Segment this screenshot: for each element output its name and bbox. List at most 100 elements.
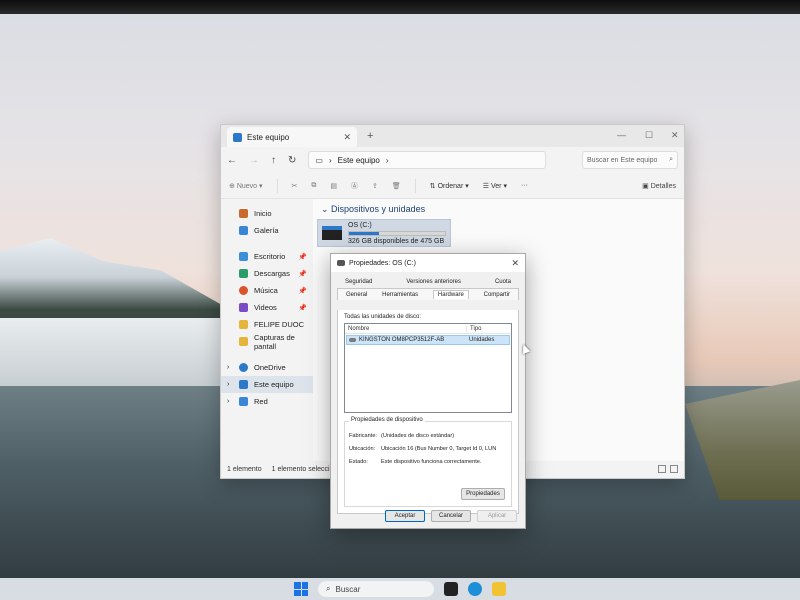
disk-name: KINGSTON OM8PCP3512F-AB [359,337,445,343]
nav-item-onedrive[interactable]: › OneDrive [221,359,313,376]
nav-item-galeria[interactable]: Galería [221,222,313,239]
item-count: 1 elemento [227,465,262,473]
nav-item-escritorio[interactable]: Escritorio 📌 [221,248,313,265]
nav-item-descargas[interactable]: Descargas 📌 [221,265,313,282]
chevron-right-icon[interactable]: › [227,398,229,405]
taskbar-search[interactable]: ⌕ Buscar [318,581,434,597]
view-toggle [658,465,678,473]
prop-key: Estado: [349,459,368,465]
dialog-tabs: Seguridad Versiones anteriores Cuota Gen… [331,272,525,310]
cut-icon[interactable]: ✂ [292,182,298,190]
close-tab-icon[interactable]: ✕ [343,132,351,143]
sort-button[interactable]: ⇅ Ordenar ▾ [430,182,469,190]
edge-icon[interactable] [468,582,482,596]
windows-logo-icon [294,589,301,596]
copy-icon[interactable]: ⧉ [311,182,316,190]
tab-hardware[interactable]: Hardware [432,290,469,299]
wallpaper-snow [0,318,222,388]
details-view-icon[interactable] [658,465,666,473]
forward-arrow-icon[interactable]: → [249,155,259,166]
paste-icon[interactable]: ▤ [330,182,337,190]
ok-button[interactable]: Aceptar [385,510,425,522]
nav-item-inicio[interactable]: Inicio [221,205,313,222]
prop-value: Ubicación 16 (Bus Number 0, Target Id 0,… [381,446,497,452]
apply-button[interactable]: Aplicar [477,510,517,522]
nav-item-este-equipo[interactable]: › Este equipo [221,376,313,393]
search-input[interactable]: Buscar en Este equipo ⌕ [582,151,678,169]
tab-row-back: Seguridad Versiones anteriores Cuota [337,276,519,288]
tab-title: Este equipo [247,132,290,142]
close-dialog-button[interactable]: ✕ [511,258,519,269]
column-name[interactable]: Nombre [345,325,467,332]
tab-cuota[interactable]: Cuota [495,279,511,285]
nav-item-videos[interactable]: Videos 📌 [221,299,313,316]
file-explorer-icon[interactable] [492,582,506,596]
column-type[interactable]: Tipo [467,326,481,332]
task-view-icon[interactable] [444,582,458,596]
chevron-right-icon: › [328,155,332,165]
delete-icon[interactable]: 🗑 [392,182,401,190]
tab-compartir[interactable]: Compartir [484,292,510,298]
taskbar-search-label: Buscar [335,584,361,594]
tab-general[interactable]: General [346,292,367,298]
all-disks-label: Todas las unidades de disco: [344,314,422,320]
share-icon[interactable]: ⇪ [372,182,378,190]
properties-button[interactable]: Propiedades [461,488,505,500]
disk-list[interactable]: Nombre Tipo KINGSTON OM8PCP3512F-AB Unid… [344,323,512,413]
address-field[interactable]: ▭ › Este equipo › [308,151,547,169]
nav-item-capturas[interactable]: Capturas de pantall [221,333,313,351]
cancel-button[interactable]: Cancelar [431,510,471,522]
tiles-view-icon[interactable] [670,465,678,473]
section-title[interactable]: ⌄ Dispositivos y unidades [313,199,684,220]
search-placeholder: Buscar en Este equipo [587,156,658,164]
chevron-right-icon[interactable]: › [227,364,229,371]
disk-name-cell: KINGSTON OM8PCP3512F-AB [347,337,467,343]
maximize-button[interactable]: ☐ [645,130,653,141]
tab-herramientas[interactable]: Herramientas [382,292,418,298]
more-options-button[interactable]: ··· [521,182,528,189]
disk-row[interactable]: KINGSTON OM8PCP3512F-AB Unidades [346,335,510,345]
tab-versiones-anteriores[interactable]: Versiones anteriores [406,279,461,285]
prop-fabricante: Fabricante: (Unidades de disco estándar) [349,433,507,439]
nav-label: Música [254,286,278,295]
nav-item-musica[interactable]: Música 📌 [221,282,313,299]
up-arrow-icon[interactable]: ↑ [271,155,276,166]
new-label: Nuevo [236,182,258,190]
pin-icon: 📌 [298,253,307,261]
network-icon [239,397,248,406]
refresh-icon[interactable]: ↻ [288,155,296,166]
nav-label: Este equipo [254,380,294,389]
new-tab-button[interactable]: + [367,130,373,142]
nav-item-felipe-duoc[interactable]: FELIPE DUOC [221,316,313,333]
tab-seguridad[interactable]: Seguridad [345,279,372,285]
drive-c-tile[interactable]: OS (C:) 326 GB disponibles de 475 GB [317,219,451,247]
back-arrow-icon[interactable]: ← [227,155,237,166]
drive-info: OS (C:) 326 GB disponibles de 475 GB [348,222,446,245]
folder-icon [239,337,248,346]
selected-count: 1 elemento selecci [271,465,330,473]
nav-item-red[interactable]: › Red [221,393,313,410]
nav-label: Galería [254,226,279,235]
start-button[interactable] [294,582,308,596]
video-icon [239,303,248,312]
drive-usage-bar [348,230,446,236]
chevron-right-icon[interactable]: › [227,381,229,388]
cloud-icon [239,363,248,372]
tab-este-equipo[interactable]: Este equipo ✕ [227,127,357,147]
close-window-button[interactable]: ✕ [671,130,679,141]
windows-logo-icon [294,582,301,589]
download-icon [239,269,248,278]
sort-label: Ordenar [437,182,464,190]
dialog-title: Propiedades: OS (C:) [349,259,416,267]
monitor-bezel [0,0,800,14]
minimize-button[interactable]: — [617,130,626,140]
disk-drive-icon [349,338,356,342]
details-button[interactable]: ▣ Detalles [642,182,676,190]
new-button[interactable]: ⊕ Nuevo ▾ [229,182,263,190]
disk-list-header: Nombre Tipo [345,324,511,334]
view-button[interactable]: ☰ Ver ▾ [483,182,507,190]
view-label: Ver [490,182,502,190]
drive-usage-fill [349,231,379,235]
rename-icon[interactable]: Ⓐ [351,181,358,191]
prop-key: Ubicación: [349,446,376,452]
